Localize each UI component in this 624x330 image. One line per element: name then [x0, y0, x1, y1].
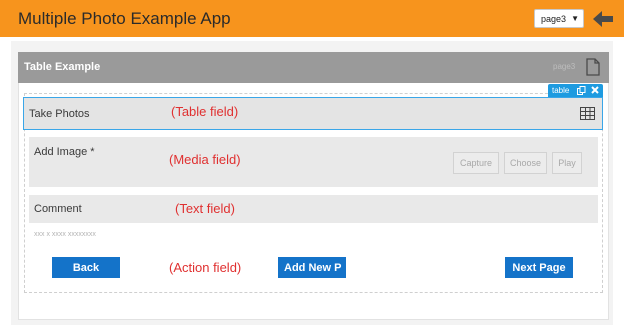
- app-title: Multiple Photo Example App: [18, 9, 231, 28]
- copy-icon[interactable]: [577, 86, 586, 95]
- section-header: [18, 52, 609, 83]
- play-button[interactable]: Play: [552, 152, 582, 174]
- capture-button[interactable]: Capture: [453, 152, 499, 174]
- page-select-value: page3: [541, 14, 567, 24]
- back-arrow-icon[interactable]: [592, 9, 614, 29]
- page-select[interactable]: page3 ▼: [534, 9, 584, 28]
- text-field-annotation: (Text field): [175, 201, 235, 216]
- section-page-label: page3: [553, 62, 576, 71]
- next-page-button[interactable]: Next Page: [505, 257, 573, 278]
- section-title: Table Example: [24, 61, 101, 73]
- close-icon[interactable]: [590, 85, 600, 95]
- table-field-label: Take Photos: [29, 108, 90, 120]
- document-icon[interactable]: [585, 58, 601, 76]
- media-field-annotation: (Media field): [169, 152, 241, 167]
- text-field[interactable]: [29, 195, 598, 223]
- media-field-label: Add Image *: [34, 146, 95, 158]
- text-field-placeholder: xxx x xxxx xxxxxxxx: [34, 231, 96, 238]
- app-header: Multiple Photo Example App page3 ▼: [0, 0, 624, 37]
- table-field-annotation: (Table field): [171, 104, 239, 119]
- selection-tag-label: table: [552, 86, 570, 95]
- table-field[interactable]: [23, 97, 603, 130]
- action-field-annotation: (Action field): [169, 260, 242, 275]
- table-grid-icon: [580, 107, 595, 120]
- back-button[interactable]: Back: [52, 257, 120, 278]
- choose-button[interactable]: Choose: [504, 152, 547, 174]
- chevron-down-icon: ▼: [571, 14, 579, 23]
- add-new-page-button[interactable]: Add New P: [278, 257, 346, 278]
- text-field-label: Comment: [34, 203, 82, 215]
- selection-tag: table: [548, 84, 603, 97]
